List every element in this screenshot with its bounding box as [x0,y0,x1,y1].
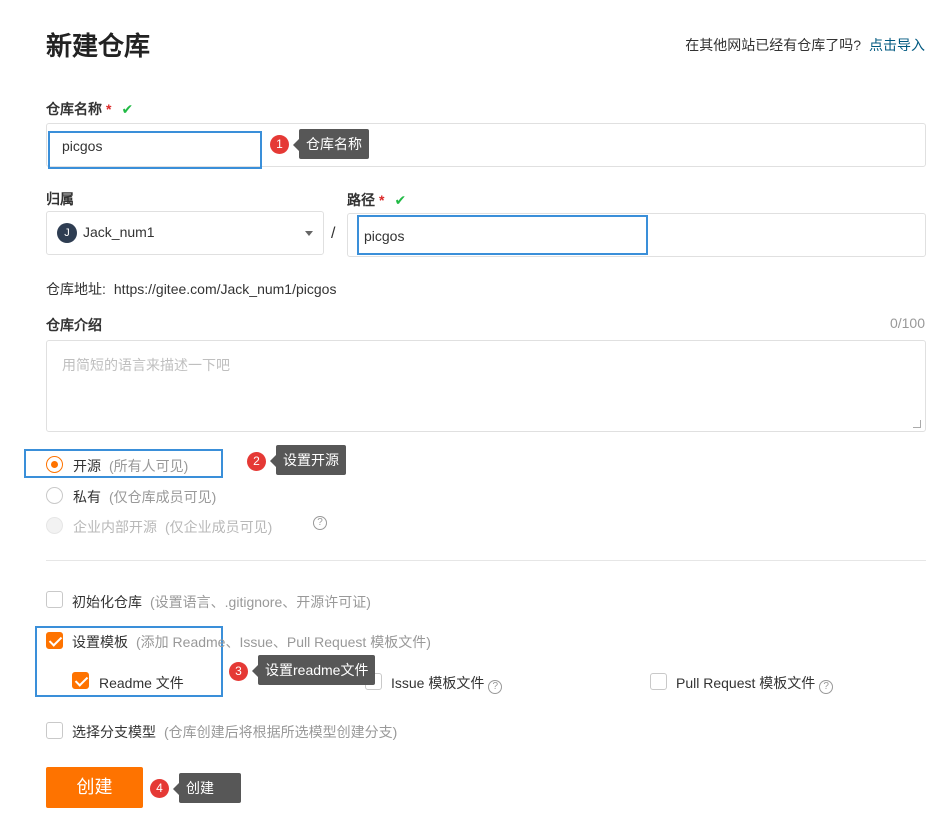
repo-name-label: 仓库名称 * ✔ [46,99,133,119]
annotation-badge-3: 3 [229,662,248,681]
owner-value: Jack_num1 [83,224,155,240]
visibility-open-source-label: 开源 [73,458,101,474]
visibility-open-source[interactable]: 开源 (所有人可见) [73,456,188,476]
checkbox-readme[interactable] [72,672,89,689]
divider [46,560,926,561]
create-button[interactable]: 创建 [46,767,143,808]
checkbox-pull-request-template[interactable] [650,673,667,690]
annotation-tooltip-4: 创建 [173,773,241,803]
repo-name-label-text: 仓库名称 [46,101,102,117]
template-option[interactable]: 设置模板 (添加 Readme、Issue、Pull Request 模板文件) [72,632,431,652]
annotation-badge-2: 2 [247,452,266,471]
template-sub: (添加 Readme、Issue、Pull Request 模板文件) [136,634,431,650]
chevron-down-icon [305,231,313,236]
visibility-private[interactable]: 私有 (仅仓库成员可见) [73,487,216,507]
radio-private[interactable] [46,487,63,504]
annotation-tooltip-2: 设置开源 [270,445,346,475]
required-mark: * [379,192,385,208]
checkbox-template[interactable] [46,632,63,649]
checkbox-init-repo[interactable] [46,591,63,608]
visibility-enterprise-label: 企业内部开源 [73,519,157,535]
import-question: 在其他网站已经有仓库了吗? [685,37,861,53]
check-icon: ✔ [121,101,134,117]
repo-url: 仓库地址: https://gitee.com/Jack_num1/picgos [46,279,336,299]
visibility-enterprise: 企业内部开源 (仅企业成员可见) [73,517,272,537]
intro-placeholder: 用简短的语言来描述一下吧 [62,357,230,373]
intro-counter: 0/100 [889,315,925,331]
radio-open-source[interactable] [46,456,63,473]
radio-enterprise [46,517,63,534]
annotation-badge-1: 1 [270,135,289,154]
checkbox-branch-model[interactable] [46,722,63,739]
readme-option[interactable]: Readme 文件 [99,673,184,693]
avatar: J [57,223,77,243]
intro-label: 仓库介绍 [46,317,102,333]
annotation-tooltip-3: 设置readme文件 [251,655,376,685]
branch-model-label: 选择分支模型 [72,724,156,740]
import-prompt: 在其他网站已经有仓库了吗? 点击导入 [685,35,925,55]
visibility-enterprise-sub: (仅企业成员可见) [165,519,273,535]
annotation-tooltip-1: 仓库名称 [293,129,369,159]
repo-name-value: picgos [62,138,103,154]
init-repo-label: 初始化仓库 [72,594,142,610]
pull-request-template-option[interactable]: Pull Request 模板文件 ? [676,673,834,694]
help-icon[interactable]: ? [819,680,834,694]
visibility-private-sub: (仅仓库成员可见) [109,489,217,505]
check-icon: ✔ [394,192,407,208]
init-repo-option[interactable]: 初始化仓库 (设置语言、.gitignore、开源许可证) [72,592,371,612]
help-icon[interactable]: ? [488,680,503,694]
owner-label: 归属 [46,191,74,207]
issue-template-option[interactable]: Issue 模板文件 ? [391,673,503,694]
template-label: 设置模板 [72,634,128,650]
issue-template-label: Issue 模板文件 [391,675,485,691]
resize-handle[interactable] [913,420,921,428]
path-label: 路径 * ✔ [347,190,406,210]
import-link[interactable]: 点击导入 [869,37,925,53]
page-title: 新建仓库 [46,31,151,61]
annotation-badge-4: 4 [150,779,169,798]
visibility-open-source-sub: (所有人可见) [109,458,189,474]
path-label-text: 路径 [347,192,375,208]
visibility-private-label: 私有 [73,489,101,505]
repo-url-value: https://gitee.com/Jack_num1/picgos [113,281,337,297]
path-value: picgos [364,228,405,244]
init-repo-sub: (设置语言、.gitignore、开源许可证) [150,594,371,610]
required-mark: * [106,101,112,117]
repo-url-label: 仓库地址: [46,281,106,297]
intro-textarea[interactable] [46,340,926,432]
pull-request-template-label: Pull Request 模板文件 [676,675,816,691]
path-separator: / [331,225,336,242]
branch-model-sub: (仓库创建后将根据所选模型创建分支) [164,724,398,740]
help-icon[interactable]: ? [313,516,327,530]
branch-model-option[interactable]: 选择分支模型 (仓库创建后将根据所选模型创建分支) [72,722,397,742]
